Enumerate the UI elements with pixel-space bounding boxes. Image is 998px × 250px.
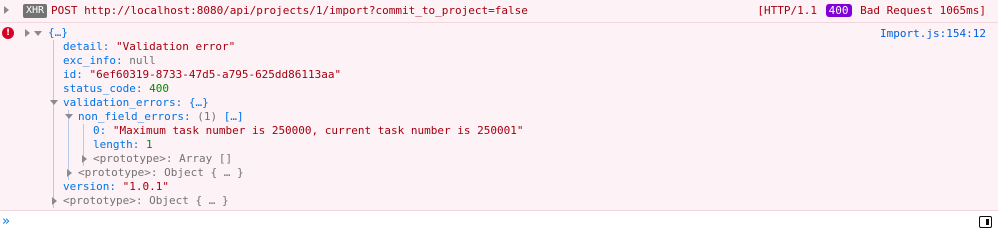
expanded-arrow-icon[interactable] (65, 114, 73, 119)
status-code-badge: 400 (825, 4, 852, 17)
expand-request-icon[interactable] (4, 6, 9, 14)
network-request-row[interactable]: XHR POST http://localhost:8080/api/proje… (0, 0, 998, 23)
prop-exc-info: exc_info: null (63, 54, 156, 67)
request-status: [HTTP/1.1 400 Bad Request 1065ms] (757, 3, 986, 19)
prop-id: id: "6ef60319-8733-47d5-a795-625dd86113a… (63, 68, 342, 81)
error-icon: ! (2, 27, 14, 39)
validation-errors-prototype[interactable]: <prototype>: Object { … } (78, 166, 244, 180)
prop-length: length: 1 (93, 138, 153, 151)
collapsed-arrow-icon[interactable] (67, 169, 72, 177)
request-method-url[interactable]: POST http://localhost:8080/api/projects/… (51, 3, 528, 19)
root-prototype[interactable]: <prototype>: Object { … } (63, 194, 229, 208)
array-item-0: 0: "Maximum task number is 250000, curre… (93, 124, 524, 137)
expanded-arrow-icon[interactable] (34, 31, 42, 36)
collapsed-arrow-icon[interactable] (82, 155, 87, 163)
array-prototype[interactable]: <prototype>: Array [] (93, 152, 232, 166)
tree-guide-line (53, 40, 54, 208)
object-root[interactable]: {…} (48, 26, 68, 40)
source-location-link[interactable]: Import.js:154:12 (880, 27, 986, 41)
prop-version: version: "1.0.1" (63, 180, 169, 193)
error-message-row: ! Import.js:154:12 {…} detail: "Validati… (0, 23, 998, 211)
status-suffix: Bad Request 1065ms] (860, 4, 986, 17)
console-input[interactable] (22, 213, 966, 233)
collapsed-arrow-icon[interactable] (25, 29, 30, 37)
console-prompt-icon: » (2, 214, 10, 229)
prop-status-code: status_code: 400 (63, 82, 169, 95)
toggle-editor-icon[interactable] (979, 216, 992, 228)
xhr-badge: XHR (23, 4, 48, 18)
collapsed-arrow-icon[interactable] (52, 197, 57, 205)
expanded-arrow-icon[interactable] (50, 100, 58, 105)
prop-non-field-errors[interactable]: non_field_errors: (1) […] (78, 110, 244, 124)
prop-detail: detail: "Validation error" (63, 40, 236, 53)
console-input-row: » (0, 211, 998, 235)
prop-validation-errors[interactable]: validation_errors: {…} (63, 96, 209, 110)
status-prefix: [HTTP/1.1 (757, 4, 818, 17)
